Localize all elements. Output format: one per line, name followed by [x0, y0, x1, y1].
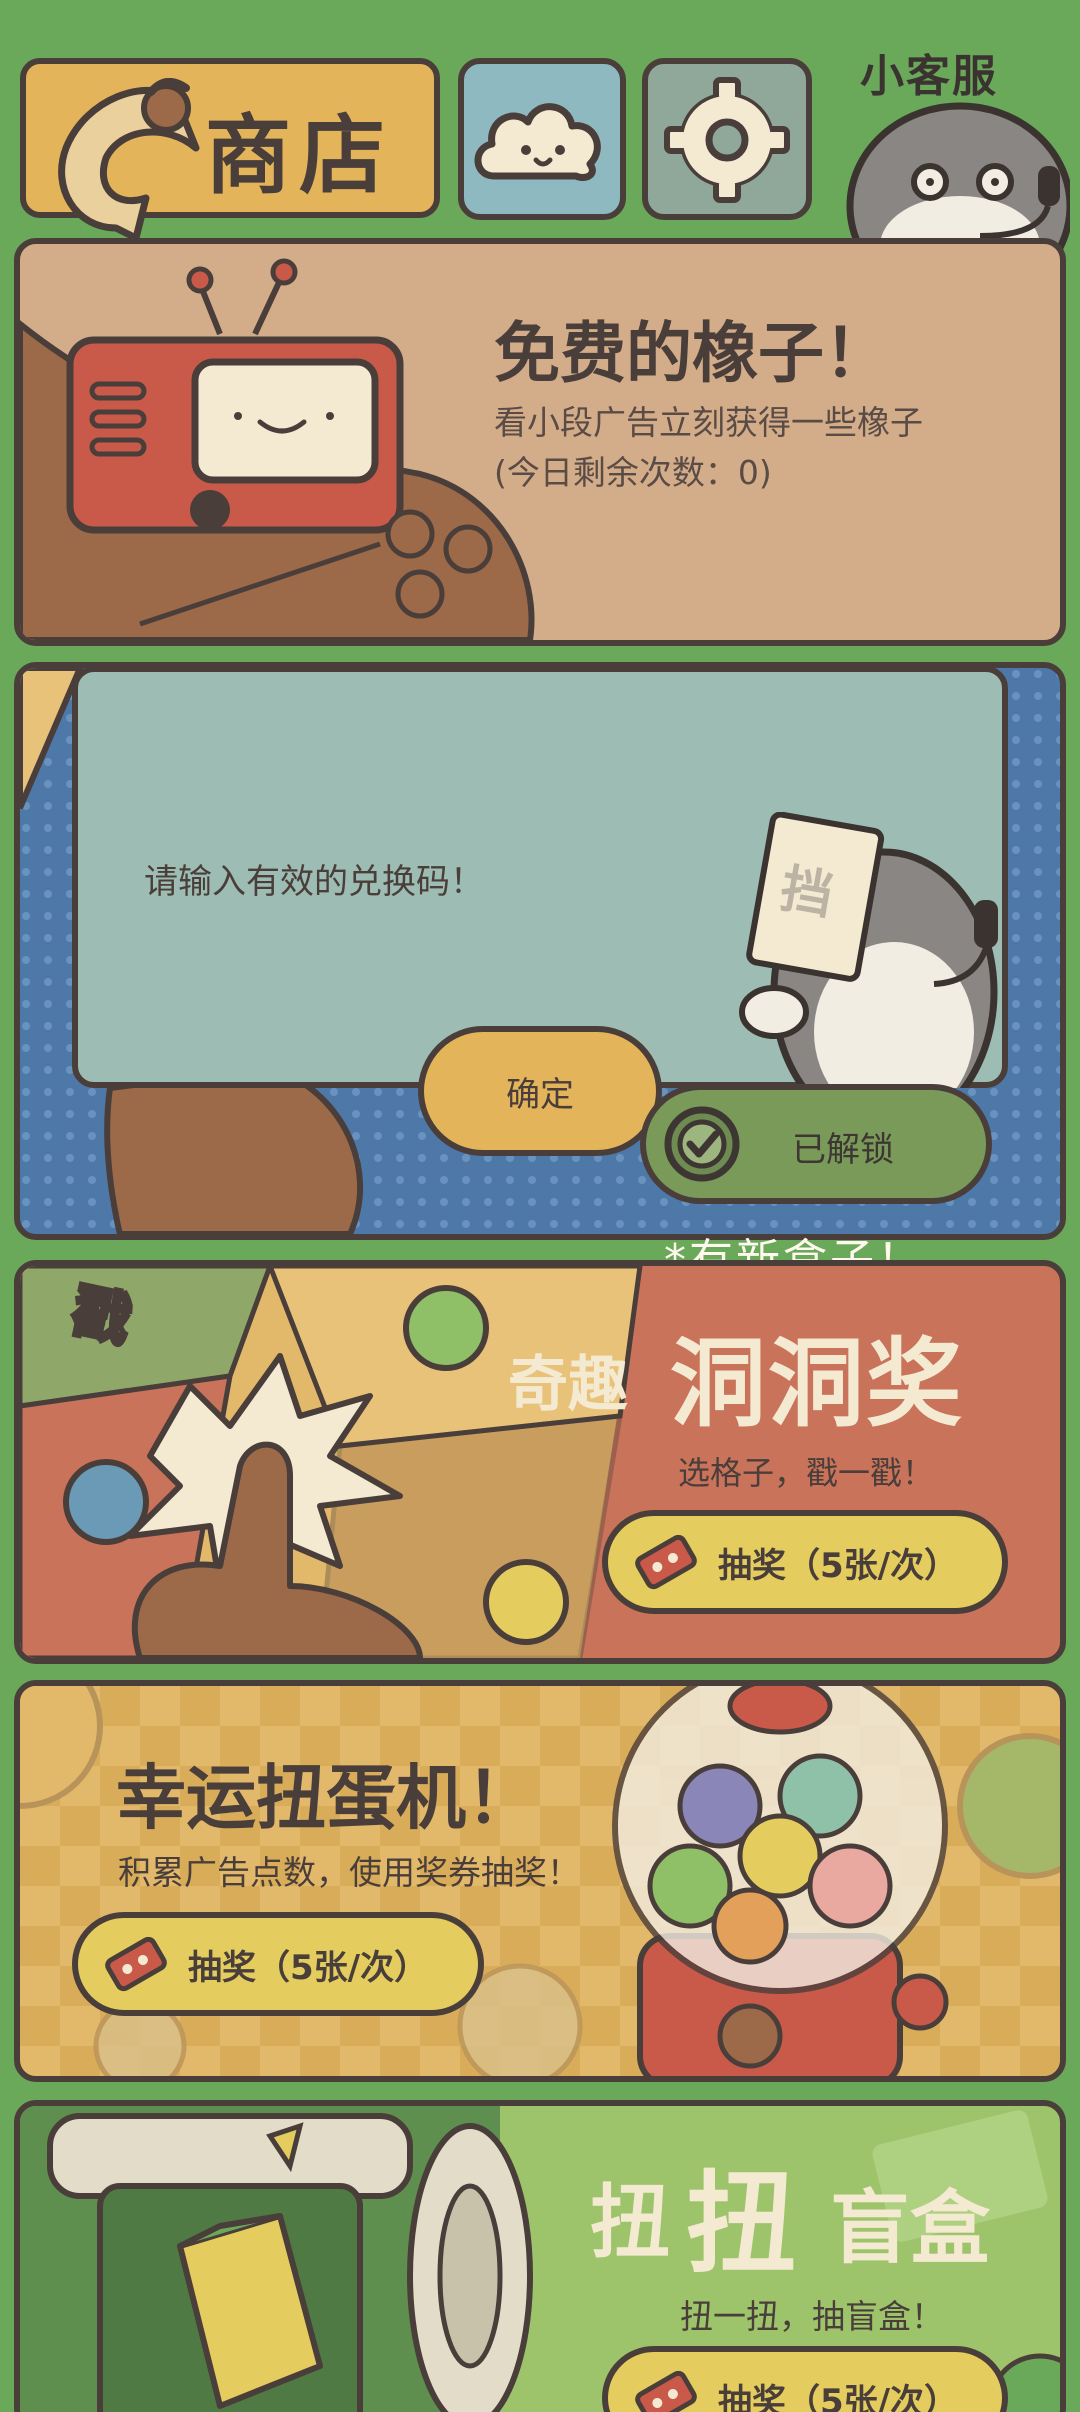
blind-box-title-part3: 盲盒 — [830, 2182, 990, 2275]
gear-icon — [664, 77, 790, 203]
blind-box-draw-button[interactable]: 抽奖（5张/次） — [602, 2346, 1008, 2412]
blind-box-draw-label: 抽奖（5张/次） — [718, 2381, 959, 2412]
weather-button[interactable] — [458, 58, 626, 220]
free-acorns-description: 看小段广告立刻获得一些橡子 — [494, 403, 923, 442]
shop-title: 商店 — [205, 106, 393, 206]
ticket-icon — [105, 1936, 167, 1992]
penguin-support-avatar[interactable] — [820, 96, 1070, 256]
funny-holes-title: 洞洞奖 — [670, 1328, 964, 1440]
dialog-message: 请输入有效的兑换码！ — [144, 862, 484, 902]
blind-box-subtitle: 扭一扭，抽盲盒！ — [680, 2297, 944, 2336]
back-arrow-icon[interactable] — [26, 78, 226, 258]
funny-holes-subtitle: 选格子，戳一戳！ — [678, 1454, 935, 1492]
confirm-button[interactable]: 确定 — [418, 1026, 662, 1156]
holes-draw-label: 抽奖（5张/次） — [718, 1545, 959, 1586]
ticket-icon — [635, 2370, 697, 2412]
settings-button[interactable] — [642, 58, 812, 220]
blind-box-title-part2: 扭 — [686, 2160, 796, 2288]
free-acorns-remaining: (今日剩余次数：0) — [494, 453, 772, 492]
capsule-draw-label: 抽奖（5张/次） — [188, 1947, 429, 1988]
check-icon — [664, 1106, 740, 1182]
free-acorns-title: 免费的橡子！ — [494, 315, 890, 392]
blind-box-title-part1: 扭 — [590, 2176, 670, 2269]
customer-service-label[interactable]: 小客服 — [860, 40, 998, 104]
funny-holes-title-prefix: 奇趣 — [508, 1350, 628, 1420]
penguin-holding-note-illustration: 挡 — [739, 812, 998, 1088]
svg-text:挡: 挡 — [776, 859, 838, 927]
ticket-icon — [635, 1534, 697, 1590]
cloud-icon — [474, 103, 601, 181]
lucky-capsule-subtitle: 积累广告点数，使用奖券抽奖！ — [118, 1853, 580, 1892]
unlocked-label: 已解锁 — [792, 1130, 894, 1170]
holes-draw-button[interactable]: 抽奖（5张/次） — [602, 1510, 1008, 1614]
capsule-draw-button[interactable]: 抽奖（5张/次） — [72, 1912, 484, 2016]
lucky-capsule-title: 幸运扭蛋机！ — [116, 1757, 536, 1839]
